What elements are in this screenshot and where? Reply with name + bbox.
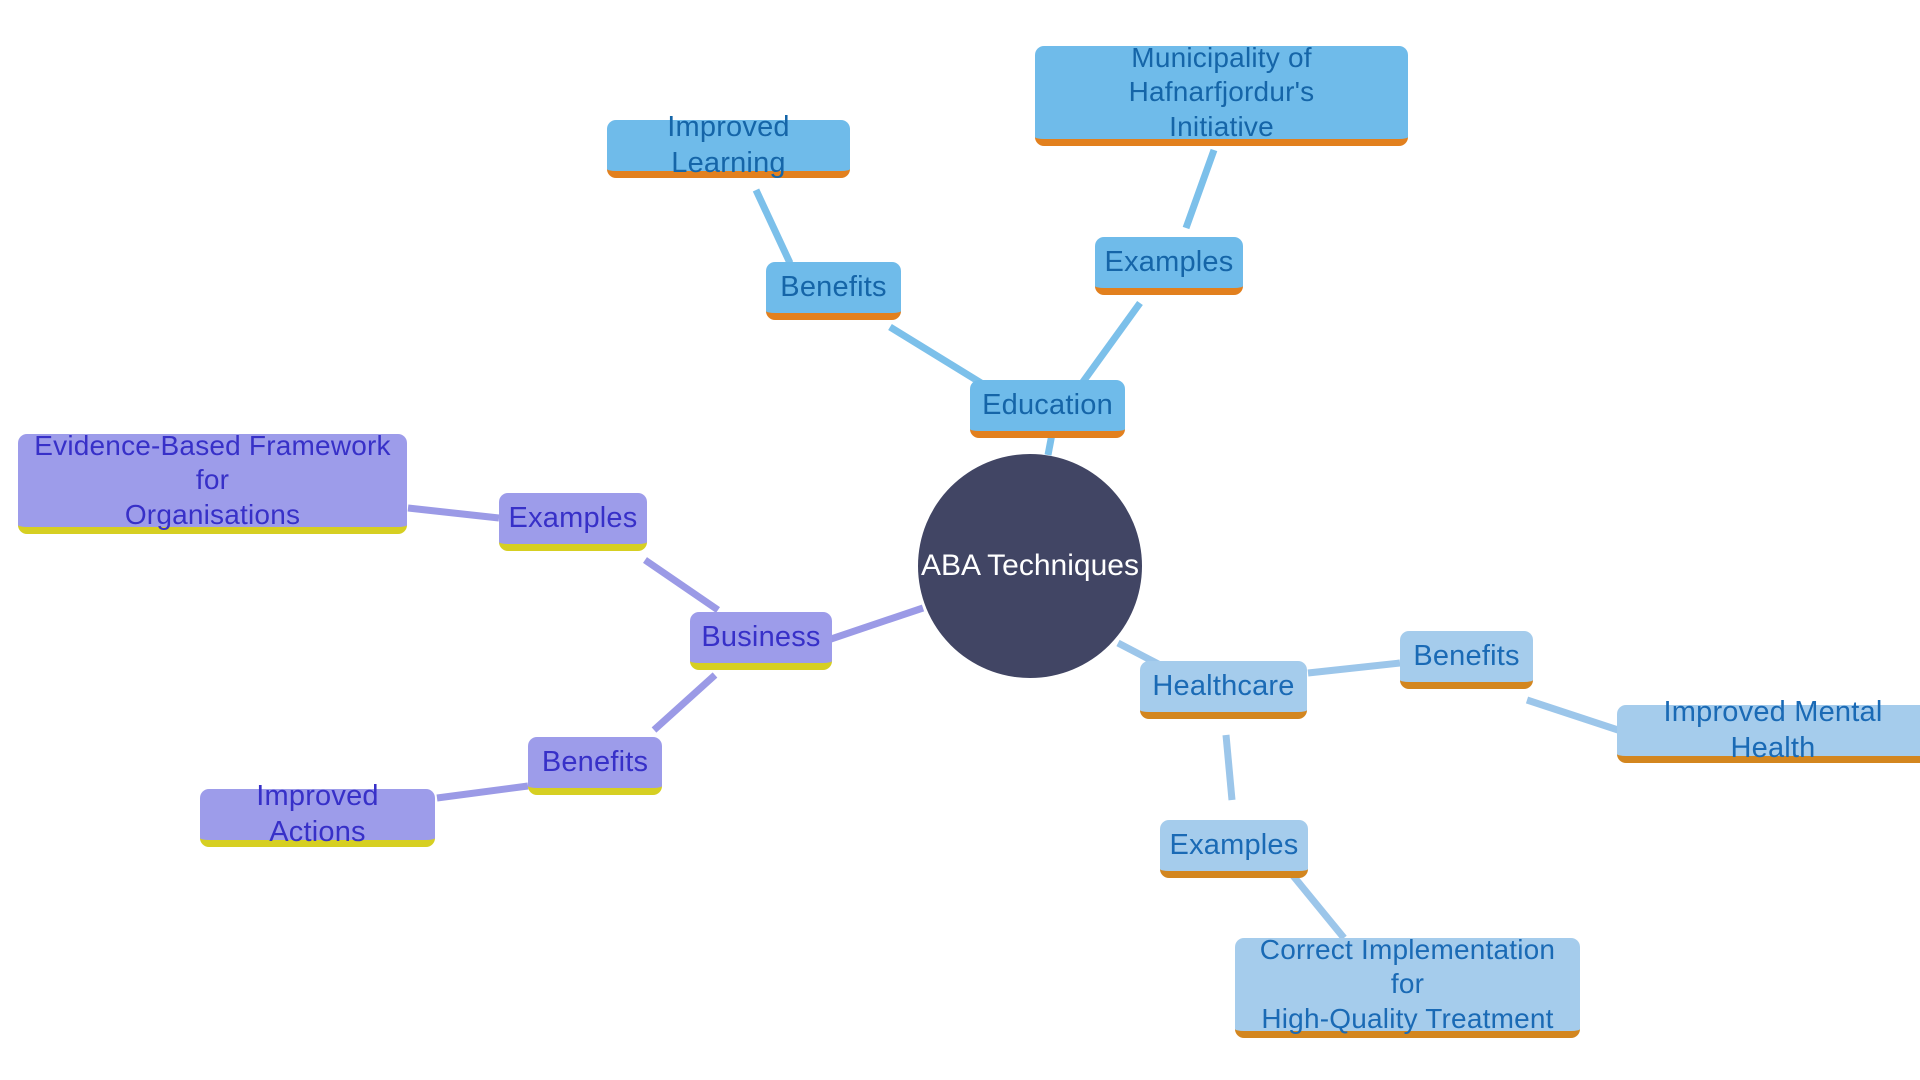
node-education-examples[interactable]: Examples	[1095, 237, 1243, 295]
node-improved-mental-health[interactable]: Improved Mental Health	[1617, 696, 1920, 764]
node-education-benefits[interactable]: Benefits	[766, 262, 901, 320]
node-improved-actions[interactable]: Improved Actions	[200, 780, 435, 848]
node-correct-implementation-label: Correct Implementation for High-Quality …	[1259, 934, 1556, 1034]
node-healthcare-benefits[interactable]: Benefits	[1400, 631, 1533, 689]
node-healthcare-label: Healthcare	[1152, 669, 1295, 702]
node-education[interactable]: Education	[970, 380, 1125, 438]
node-improved-mental-health-label: Improved Mental Health	[1663, 696, 1883, 764]
mindmap-canvas: ABA Techniques Education Benefits Exampl…	[0, 0, 1920, 1080]
node-business[interactable]: Business	[690, 612, 832, 670]
node-healthcare[interactable]: Healthcare	[1140, 661, 1307, 719]
node-evidence-based-framework[interactable]: Evidence-Based Framework for Organisatio…	[18, 430, 407, 534]
edge-examples-hafnarfjordur	[1182, 148, 1218, 230]
node-business-examples[interactable]: Examples	[499, 493, 647, 551]
node-education-examples-label: Examples	[1104, 245, 1234, 278]
edge-education-benefits	[888, 324, 988, 389]
node-evidence-based-framework-label: Evidence-Based Framework for Organisatio…	[34, 430, 391, 530]
edge-business-benefits	[651, 672, 718, 733]
edge-benefits-improved-mental-health	[1525, 696, 1620, 734]
edge-education-examples	[1077, 300, 1143, 389]
node-healthcare-benefits-label: Benefits	[1413, 639, 1520, 672]
edge-healthcare-examples	[1222, 734, 1236, 801]
node-healthcare-examples-label: Examples	[1169, 828, 1299, 861]
edge-healthcare-benefits	[1307, 659, 1401, 677]
edge-business-examples	[643, 557, 720, 613]
node-improved-learning[interactable]: Improved Learning	[607, 111, 850, 179]
node-education-benefits-label: Benefits	[780, 270, 887, 303]
edge-examples-evidence-framework	[407, 504, 500, 522]
edge-benefits-improved-actions	[436, 782, 529, 802]
edge-examples-correct-implementation	[1287, 869, 1347, 941]
node-correct-implementation[interactable]: Correct Implementation for High-Quality …	[1235, 934, 1580, 1038]
root-node-aba-techniques[interactable]: ABA Techniques	[918, 454, 1142, 678]
node-improved-actions-label: Improved Actions	[256, 780, 379, 848]
node-hafnarfjordur-initiative-label: Municipality of Hafnarfjordur's Initiati…	[1128, 42, 1315, 142]
edge-benefits-improved-learning	[752, 188, 794, 265]
node-improved-learning-label: Improved Learning	[667, 111, 790, 179]
node-business-benefits[interactable]: Benefits	[528, 737, 662, 795]
node-education-label: Education	[982, 388, 1113, 421]
node-business-label: Business	[701, 620, 821, 653]
node-hafnarfjordur-initiative[interactable]: Municipality of Hafnarfjordur's Initiati…	[1035, 42, 1408, 146]
edge-root-business	[826, 604, 925, 644]
node-business-examples-label: Examples	[508, 501, 638, 534]
node-healthcare-examples[interactable]: Examples	[1160, 820, 1308, 878]
root-node-label: ABA Techniques	[921, 549, 1139, 582]
node-business-benefits-label: Benefits	[541, 745, 649, 778]
